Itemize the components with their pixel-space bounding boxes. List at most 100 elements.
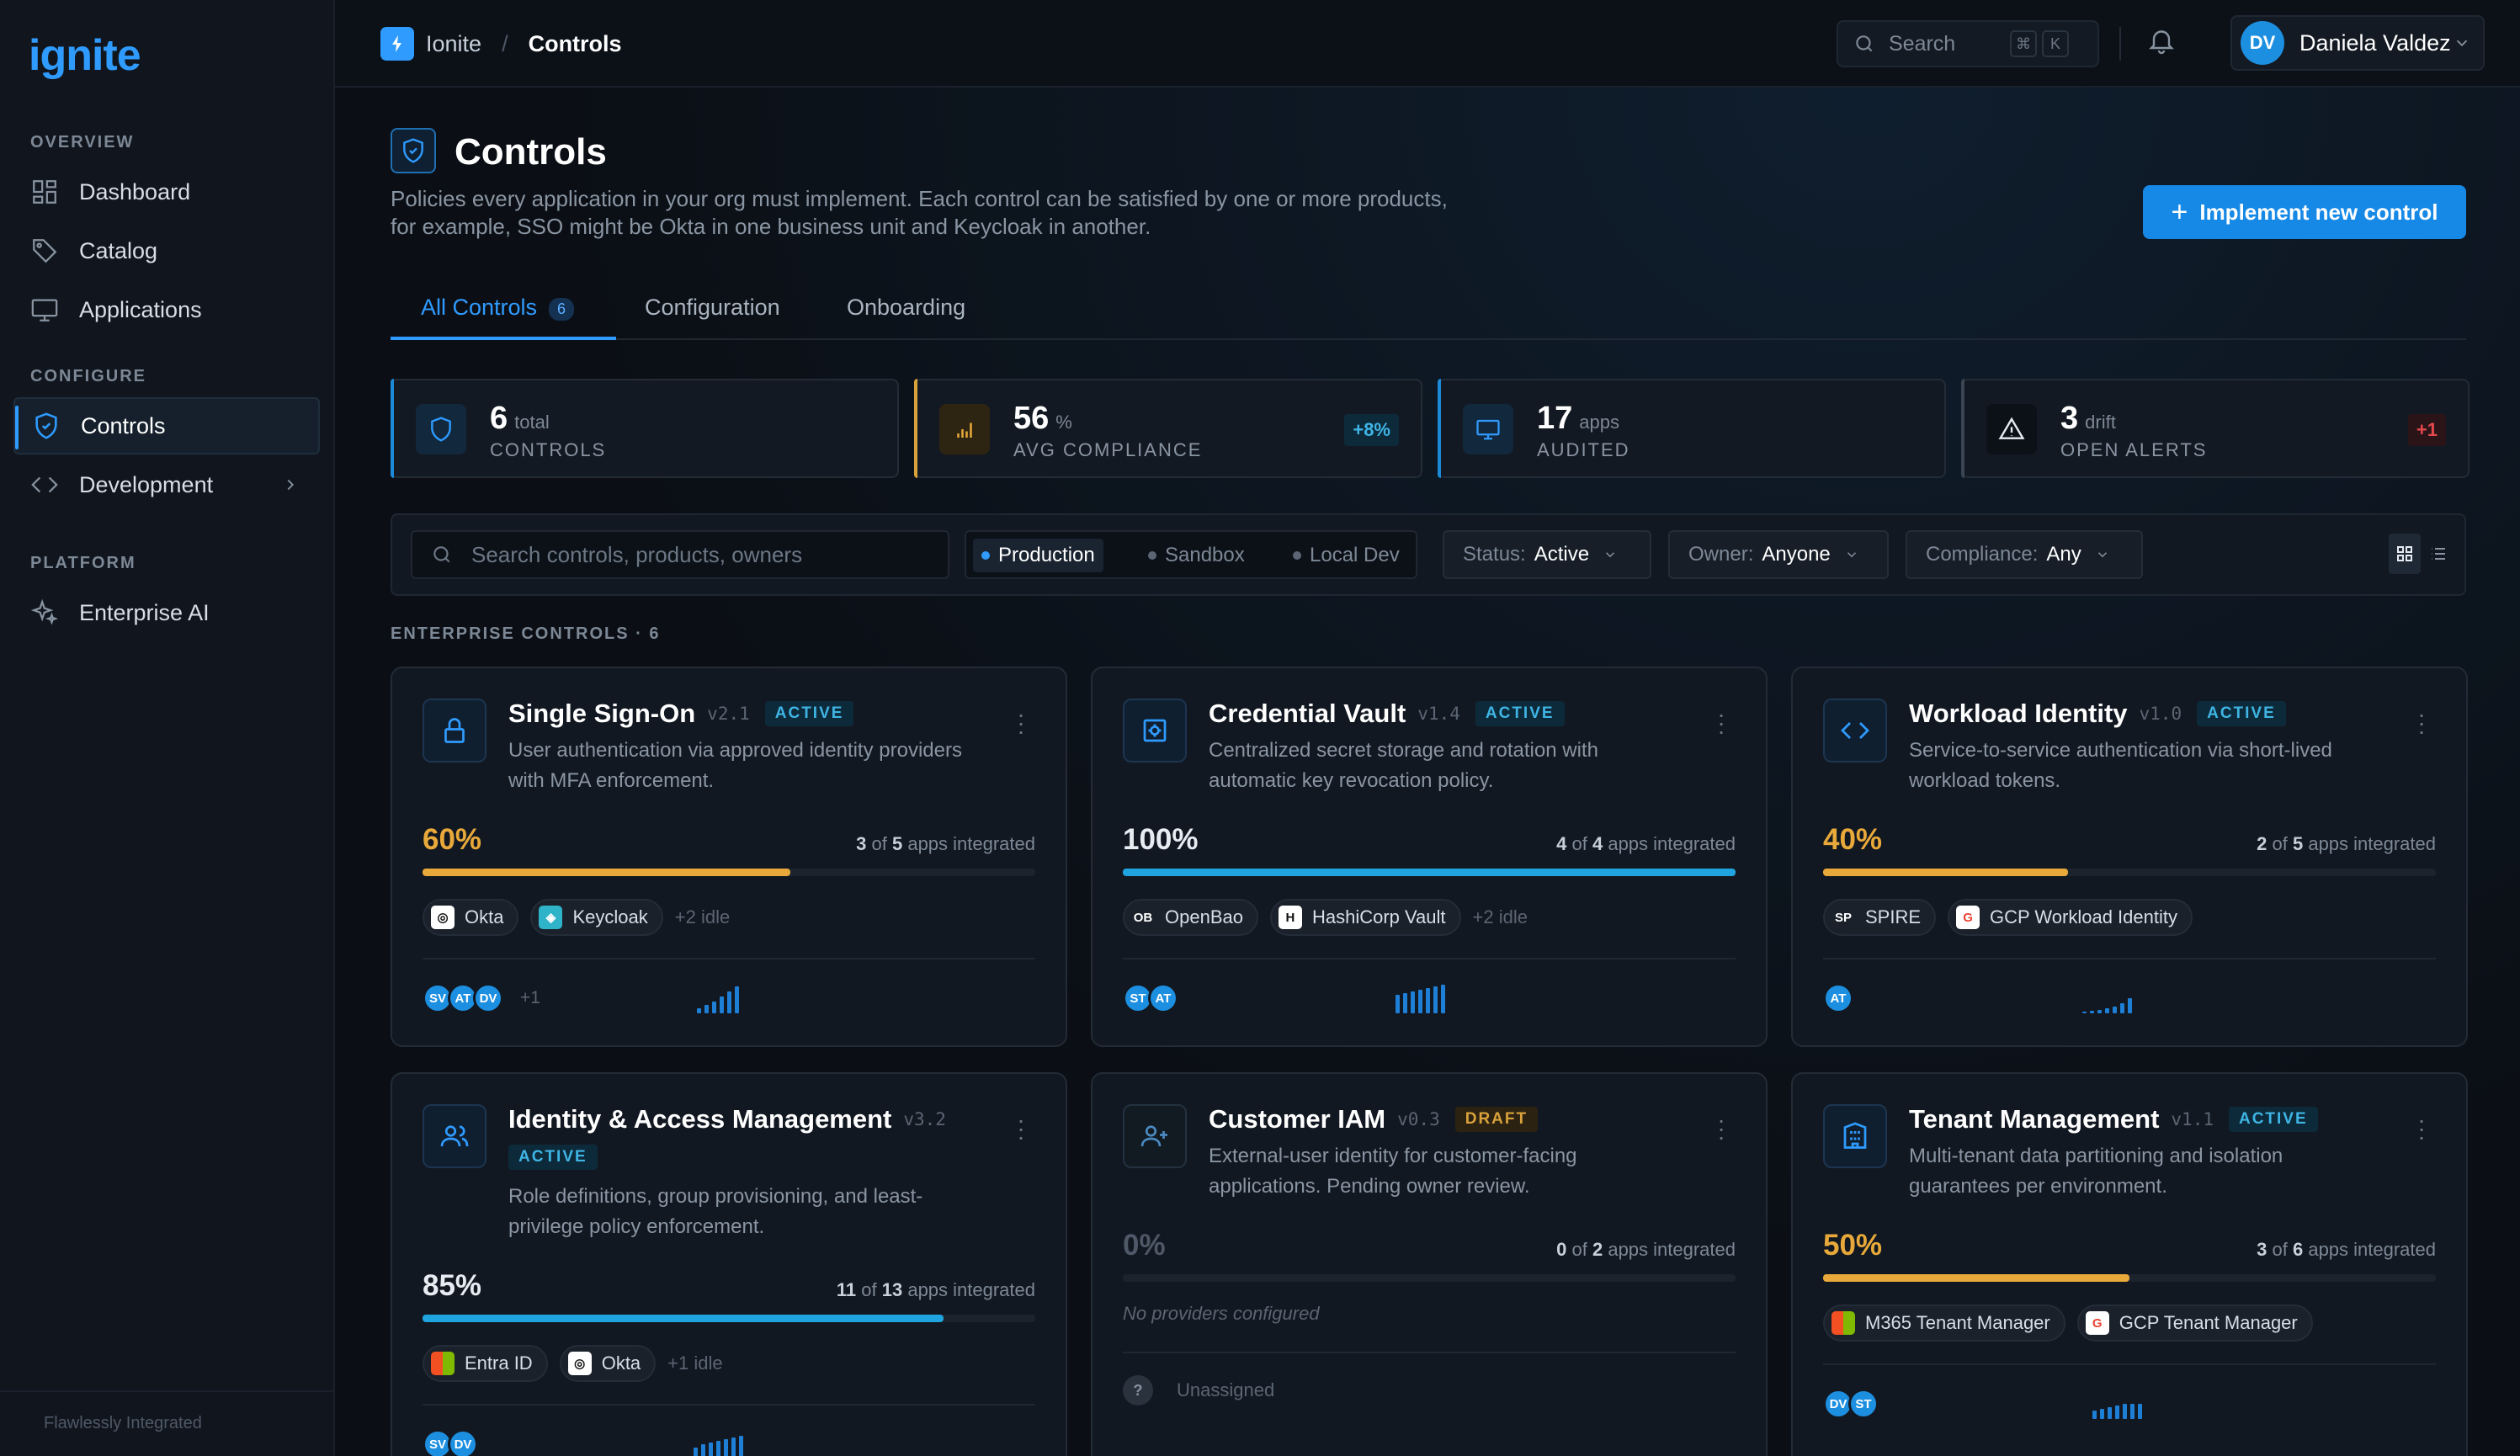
activity-sparkline [697, 985, 739, 1013]
kebab-menu-icon[interactable]: · · · [1717, 1108, 1725, 1149]
env-sandbox[interactable]: Sandbox [1148, 542, 1245, 569]
provider-chip-m365-tenant-manager[interactable]: ⊞ M365 Tenant Manager [1823, 1305, 2065, 1342]
provider-chip-entra-id[interactable]: ⊞ Entra ID [423, 1345, 548, 1382]
provider-name: SPIRE [1865, 906, 1922, 927]
kebab-menu-icon[interactable]: · · · [2417, 1108, 2426, 1149]
controls-search-input[interactable]: Search controls, products, owners [411, 530, 949, 579]
provider-chip-okta[interactable]: ◎ Okta [423, 899, 519, 936]
owner-unassigned[interactable]: ? Unassigned [1123, 1375, 1274, 1406]
card-version: v1.4 [1417, 704, 1460, 724]
tab-all-controls[interactable]: All Controls 6 [391, 286, 616, 340]
total-count: 5 [891, 833, 903, 854]
card-version: v2.1 [707, 704, 750, 724]
status-dot [981, 551, 990, 560]
control-card-iam[interactable]: Identity & Access Management v3.2 ACTIVE … [391, 1072, 1067, 1456]
chevron-right-icon [281, 476, 300, 494]
kebab-menu-icon[interactable]: · · · [1717, 703, 1725, 743]
microsoft-logo-icon: ⊞ [1832, 1311, 1855, 1335]
stat-value: 56 [1013, 401, 1050, 436]
bell-icon[interactable] [2146, 25, 2180, 59]
card-version: v1.1 [2171, 1109, 2214, 1129]
control-card-sso[interactable]: Single Sign-On v2.1 ACTIVE · · · User authen… [391, 667, 1067, 1047]
sidebar-item-applications[interactable]: Applications [13, 281, 320, 338]
stat-label: AUDITED [1537, 439, 1630, 460]
env-local-dev[interactable]: Local Dev [1293, 542, 1400, 569]
provider-chip-spire[interactable]: SP SPIRE [1823, 899, 1937, 936]
progress-bar [1123, 1274, 1736, 1282]
control-card-credential-vault[interactable]: Credential Vault v1.4 ACTIVE · · · Centraliz… [1091, 667, 1768, 1047]
provider-chip-okta[interactable]: ◎ Okta [559, 1345, 657, 1382]
integration-suffix: apps integrated [2308, 833, 2436, 854]
stat-compliance: 56% AVG COMPLIANCE +8% [914, 379, 1422, 478]
implement-control-button[interactable]: + Implement new control [2143, 185, 2466, 239]
avatar[interactable]: ST [1848, 1389, 1879, 1419]
breadcrumb-root[interactable]: Ionite [426, 31, 481, 57]
provider-chip-gcp-tenant-manager[interactable]: G GCP Tenant Manager [2076, 1305, 2313, 1342]
tab-configuration[interactable]: Configuration [645, 286, 780, 340]
button-label: Implement new control [2199, 199, 2438, 225]
user-menu[interactable]: DV Daniela Valdez [2230, 15, 2485, 71]
compliance-filter[interactable]: Compliance: Any [1906, 530, 2143, 579]
control-card-workload-identity[interactable]: Workload Identity v1.0 ACTIVE · · · Service-… [1791, 667, 2468, 1047]
owner-avatars: ST AT [1123, 983, 1178, 1013]
avatar[interactable]: DV [473, 983, 503, 1013]
provider-chip-gcp-workload-identity[interactable]: G GCP Workload Identity [1948, 899, 2193, 936]
sidebar-item-dashboard[interactable]: Dashboard [13, 163, 320, 221]
owner-avatars: DV ST [1823, 1389, 1879, 1419]
status-row: ACTIVE [493, 1145, 598, 1170]
owner-filter[interactable]: Owner: Anyone [1668, 530, 1889, 579]
avatar[interactable]: AT [1823, 983, 1853, 1013]
control-card-customer-iam[interactable]: Customer IAM v0.3 DRAFT · · · External-user … [1091, 1072, 1768, 1456]
total-count: 4 [1592, 833, 1603, 854]
breadcrumb-current: Controls [528, 30, 622, 56]
provider-name: M365 Tenant Manager [1865, 1312, 2050, 1333]
page-title: Controls [455, 131, 607, 173]
grid-view-icon[interactable] [2389, 534, 2421, 574]
kebab-menu-icon[interactable]: · · · [2417, 703, 2426, 743]
activity-sparkline [2082, 985, 2132, 1013]
divider [1823, 958, 2436, 959]
provider-chip-keycloak[interactable]: ◈ Keycloak [530, 899, 663, 936]
divider [423, 958, 1035, 959]
search-placeholder: Search [1889, 31, 1956, 56]
sidebar-item-controls[interactable]: Controls [13, 397, 320, 454]
section-overview: OVERVIEW [30, 133, 135, 151]
activity-sparkline [694, 1431, 743, 1456]
env-production[interactable]: Production [973, 539, 1103, 572]
kebab-menu-icon[interactable]: · · · [1017, 703, 1025, 743]
integration-count: 2 of 5 apps integrated [2257, 833, 2436, 855]
status-badge: ACTIVE [2197, 701, 2286, 726]
progress-fill [423, 1315, 944, 1322]
spire-logo-icon: SP [1834, 910, 1852, 925]
provider-list: SP SPIRE G GCP Workload Identity [1823, 899, 2193, 936]
owner-avatars: SV DV [423, 1429, 478, 1456]
integration-suffix: apps integrated [907, 833, 1035, 854]
tab-onboarding[interactable]: Onboarding [847, 286, 965, 340]
sidebar-item-development[interactable]: Development [13, 456, 320, 513]
keycloak-logo-icon: ◈ [539, 906, 563, 929]
card-title: Identity & Access Management [508, 1104, 892, 1134]
compliance-percent: 40% [1823, 823, 1883, 856]
env-label: Production [998, 544, 1095, 566]
provider-chip-hashicorp-vault[interactable]: H HashiCorp Vault [1269, 899, 1461, 936]
provider-name: Entra ID [465, 1352, 533, 1374]
status-badge: ACTIVE [2228, 1107, 2318, 1132]
kebab-menu-icon[interactable]: · · · [1017, 1108, 1025, 1149]
control-card-tenant-management[interactable]: Tenant Management v1.1 ACTIVE · · · Multi-te… [1791, 1072, 2468, 1456]
app-logo[interactable]: ignite [29, 30, 141, 81]
env-label: Local Dev [1310, 544, 1400, 566]
sidebar-item-catalog[interactable]: Catalog [13, 222, 320, 279]
list-view-icon[interactable] [2422, 534, 2454, 574]
global-search[interactable]: Search ⌘ K [1837, 20, 2099, 67]
bar-chart-icon [939, 404, 990, 454]
avatar[interactable]: DV [448, 1429, 478, 1456]
sidebar-item-enterprise-ai[interactable]: Enterprise AI [13, 584, 320, 641]
status-filter[interactable]: Status: Active [1443, 530, 1651, 579]
status-badge: ACTIVE [764, 701, 854, 726]
view-toggle [2389, 530, 2454, 579]
divider [2119, 27, 2121, 61]
provider-chip-openbao[interactable]: OB OpenBao [1123, 899, 1258, 936]
avatar[interactable]: AT [1148, 983, 1178, 1013]
card-version: v1.0 [2139, 704, 2182, 724]
card-description: External-user identity for customer-faci… [1209, 1145, 1577, 1198]
